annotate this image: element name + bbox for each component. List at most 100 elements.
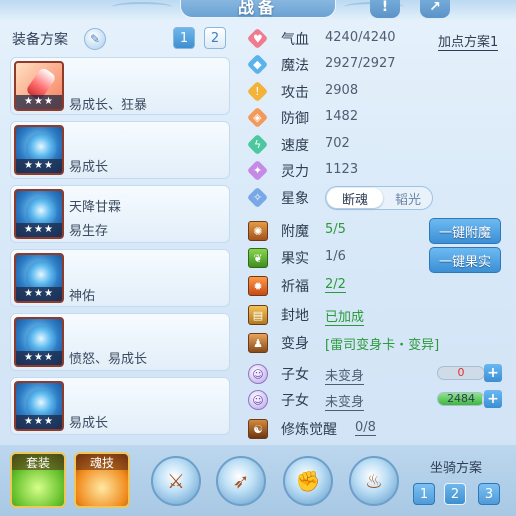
child-icon: ☺ [248,390,268,410]
hp-value: 4240/4240 [325,30,396,45]
def-label: 防御 [281,111,309,127]
spi-value: 1123 [325,162,359,177]
enchant-icon: ✺ [248,221,268,241]
child1-progress-text: 0 [457,366,465,379]
enchant-label: 附魔 [281,224,309,240]
def-value: 1482 [325,109,359,124]
speed-icon: ϟ [246,133,269,156]
outfit-label: 套装 [12,454,64,470]
ornament-left [112,2,172,12]
equipment-portrait: ★★★ [14,317,64,367]
cultivation-value[interactable]: 0/8 [355,420,376,436]
page-title: 战备 [180,0,336,18]
equipment-card-2[interactable]: ★★★ 易成长 [10,121,230,179]
mount-plan-label: 坐骑方案 [430,461,483,476]
equipment-card-6[interactable]: ★★★ 易成长 [10,377,230,435]
heart-icon: ♥ [246,27,269,50]
atk-label: 攻击 [281,85,309,101]
child1-progress-bar: 0 [437,366,485,380]
equipment-card-1[interactable]: ★★★ 易成长、狂暴 [10,57,230,115]
card-traits: 易成长、狂暴 [69,98,148,113]
attack-icon: ! [246,80,269,103]
enchant-value: 5/5 [325,222,346,237]
child1-plus-button[interactable]: + [484,364,502,382]
soul-skill-slot[interactable]: 魂技 [74,452,130,508]
point-plan-link[interactable]: 加点方案1 [438,31,499,51]
star-rating: ★★★ [16,287,62,301]
cultivation-label: 修炼觉醒 [281,422,337,438]
equipment-portrait: ★★★ [14,381,64,431]
blessing-value[interactable]: 2/2 [325,277,346,293]
transform-icon: ♟ [248,333,268,353]
loadout-title: 装备方案 [12,32,68,48]
child2-value[interactable]: 未变身 [325,391,365,411]
auto-fruit-button[interactable]: 一键果实 [429,247,501,273]
equipment-portrait: ★★★ [14,189,64,239]
hp-label: 气血 [281,32,309,48]
spd-label: 速度 [281,138,309,154]
spirit-icon: ✦ [246,159,269,182]
sword-icon[interactable]: ⚔ [151,456,201,506]
equipment-portrait: ★★★ [14,253,64,303]
star-icon: ✧ [246,186,269,209]
seal-value[interactable]: 已加成 [325,306,365,326]
fruit-icon: ❦ [248,248,268,268]
territory-icon: ▤ [248,305,268,325]
share-icon[interactable]: ↗ [420,0,450,18]
child2-plus-button[interactable]: + [484,390,502,408]
star-rating: ★★★ [16,95,62,109]
card-traits: 易生存 [69,224,109,239]
child-icon: ☺ [248,364,268,384]
fruit-label: 果实 [281,251,309,267]
mana-icon: ◆ [246,53,269,76]
outfit-slot[interactable]: 套装 [10,452,66,508]
blessing-icon: ✹ [248,276,268,296]
child2-label: 子女 [281,393,309,409]
card-traits: 愤怒、易成长 [69,352,148,367]
atk-value: 2908 [325,83,359,98]
spd-value: 702 [325,136,350,151]
blessing-label: 祈福 [281,279,309,295]
equipment-card-4[interactable]: ★★★ 神佑 [10,249,230,307]
pencil-icon[interactable]: ✎ [84,28,106,50]
card-name: 天降甘霖 [69,200,122,215]
equipment-portrait: ★★★ [14,125,64,175]
fist-icon[interactable]: ✊ [283,456,333,506]
mp-label: 魔法 [281,58,309,74]
equipment-card-5[interactable]: ★★★ 愤怒、易成长 [10,313,230,371]
soul-skill-label: 魂技 [76,454,128,470]
constellation-label: 星象 [281,191,309,207]
loadout-tab-1[interactable]: 1 [173,27,195,49]
star-rating: ★★★ [16,223,62,237]
card-traits: 易成长 [69,160,109,175]
mount-plan-2[interactable]: 2 [444,483,466,505]
star-rating: ★★★ [16,159,62,173]
star-rating: ★★★ [16,351,62,365]
child2-progress-bar: 2484 [437,392,485,406]
fruit-value: 1/6 [325,249,346,264]
equipment-portrait: ★★★ [14,61,64,111]
seal-label: 封地 [281,308,309,324]
child1-value[interactable]: 未变身 [325,365,365,385]
constellation-option-2[interactable]: 韬光 [384,188,432,208]
constellation-option-1[interactable]: 断魂 [327,188,383,208]
equipment-card-3[interactable]: ★★★ 天降甘霖 易生存 [10,185,230,243]
spi-label: 灵力 [281,164,309,180]
shield-icon: ◈ [246,106,269,129]
card-traits: 易成长 [69,416,109,431]
mount-plan-3[interactable]: 3 [478,483,500,505]
transform-value[interactable]: [雷司变身卡・变异] [325,334,439,353]
bow-icon[interactable]: ➶ [216,456,266,506]
transform-label: 变身 [281,336,309,352]
star-rating: ★★★ [16,415,62,429]
cultivation-icon: ☯ [248,419,268,439]
auto-enchant-button[interactable]: 一键附魔 [429,218,501,244]
loadout-tab-2[interactable]: 2 [204,27,226,49]
exclamation-icon[interactable]: ! [370,0,400,18]
flame-icon[interactable]: ♨ [349,456,399,506]
child2-progress-text: 2484 [447,392,475,405]
card-traits: 神佑 [69,289,96,304]
mp-value: 2927/2927 [325,56,396,71]
constellation-toggle[interactable]: 断魂 韬光 [325,186,433,210]
mount-plan-1[interactable]: 1 [413,483,435,505]
